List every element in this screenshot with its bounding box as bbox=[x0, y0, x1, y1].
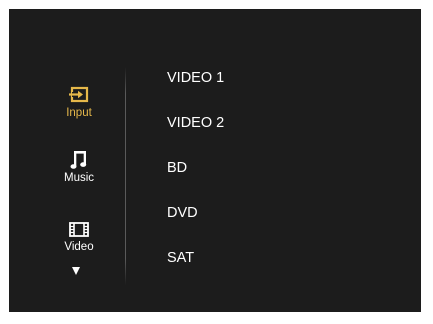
sidebar-item-label: Music bbox=[63, 172, 95, 184]
list-item-bd[interactable]: BD bbox=[167, 157, 224, 202]
sidebar-item-music[interactable]: Music bbox=[49, 150, 109, 185]
menu-screen: Input Music Video VIDEO 1 VIDEO 2 BD DVD… bbox=[9, 9, 421, 312]
divider bbox=[125, 67, 126, 285]
sidebar-item-label: Input bbox=[66, 107, 92, 119]
input-source-list: VIDEO 1 VIDEO 2 BD DVD SAT bbox=[167, 67, 224, 292]
music-note-icon bbox=[70, 151, 87, 169]
sidebar-item-input[interactable]: Input bbox=[49, 85, 109, 120]
list-item-video2[interactable]: VIDEO 2 bbox=[167, 112, 224, 157]
down-arrow-icon[interactable] bbox=[72, 267, 80, 275]
list-item-dvd[interactable]: DVD bbox=[167, 202, 224, 247]
input-icon bbox=[69, 86, 89, 103]
sidebar-item-label: Video bbox=[64, 241, 94, 253]
sidebar-item-video[interactable]: Video bbox=[49, 219, 109, 254]
list-item-sat[interactable]: SAT bbox=[167, 247, 224, 292]
list-item-video1[interactable]: VIDEO 1 bbox=[167, 67, 224, 112]
film-strip-icon bbox=[69, 222, 89, 237]
